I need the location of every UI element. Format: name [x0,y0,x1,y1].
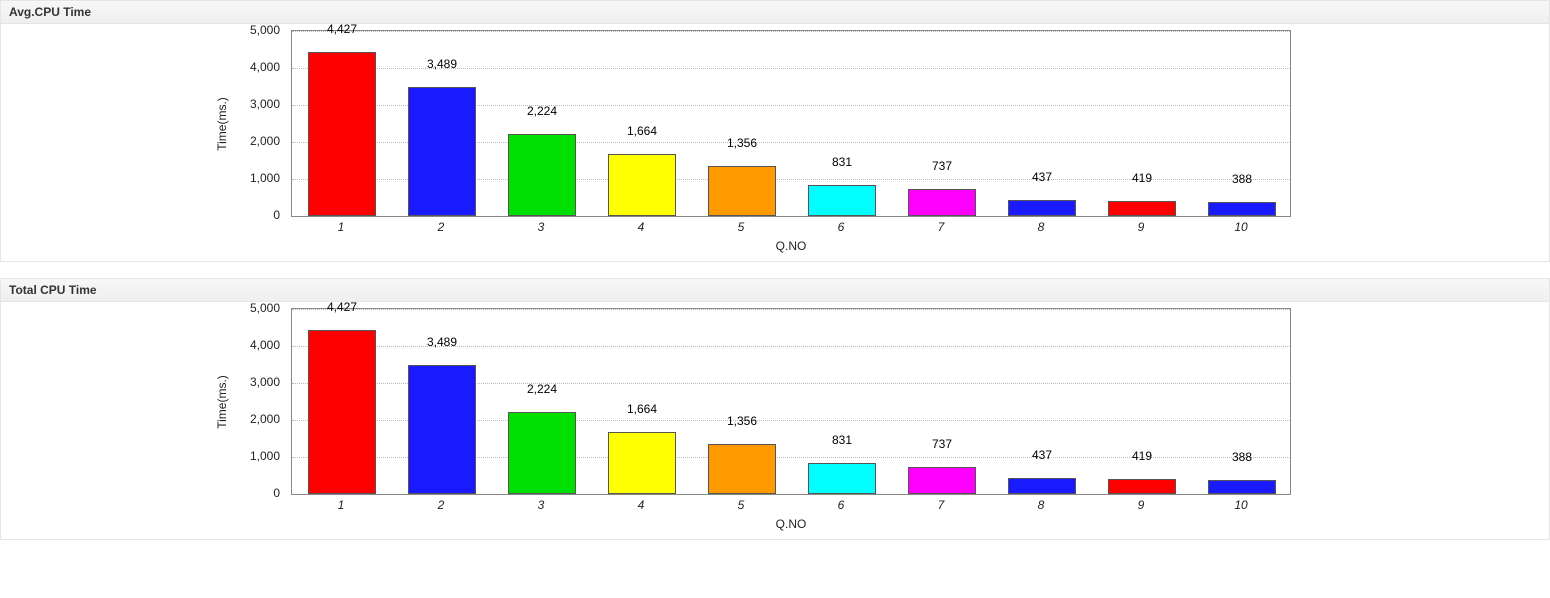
x-tick-label: 1 [338,498,345,512]
x-axis-title: Q.NO [291,239,1291,253]
x-tick-label: 9 [1138,498,1145,512]
bar[interactable] [308,330,376,494]
panel-body: 0 1,000 2,000 3,000 4,000 5,000 Time(ms.) 4,427… [1,24,1549,261]
panel: Total CPU Time 0 1,000 2,000 3,000 4,000 5,000… [0,278,1550,540]
y-tick-label: 4,000 [225,338,280,352]
bar-value-label: 2,224 [527,104,557,118]
chart-1: 01,0002,0003,0004,0005,000Time(ms.)4,427… [291,308,1291,531]
bar-value-label: 437 [1032,448,1052,462]
bar[interactable] [408,87,476,216]
bar-value-label: 4,427 [327,300,357,314]
bar[interactable] [1208,202,1276,216]
plot-area: 01,0002,0003,0004,0005,000Time(ms.)4,427… [291,308,1291,495]
bar-value-label: 1,664 [627,124,657,138]
bar[interactable] [808,463,876,494]
bar[interactable] [808,185,876,216]
y-tick-label: 2,000 [225,412,280,426]
x-axis-title: Q.NO [291,517,1291,531]
x-tick-label: 2 [438,220,445,234]
bar-value-label: 419 [1132,171,1152,185]
panel-title: Total CPU Time [1,279,1549,302]
bar[interactable] [708,166,776,216]
x-tick-label: 2 [438,498,445,512]
x-tick-label: 10 [1234,498,1247,512]
bar[interactable] [408,365,476,494]
x-tick-label: 7 [938,498,945,512]
bar[interactable] [908,467,976,494]
x-tick-label: 5 [738,498,745,512]
bar-value-label: 388 [1232,450,1252,464]
bar-value-label: 831 [832,155,852,169]
y-tick-label: 2,000 [225,134,280,148]
bar[interactable] [608,154,676,216]
x-tick-label: 3 [538,220,545,234]
bar[interactable] [1008,200,1076,216]
bar[interactable] [308,52,376,216]
x-tick-label: 5 [738,220,745,234]
y-axis-title: Time(ms.) [215,97,229,151]
bar[interactable] [608,432,676,494]
x-tick-label: 7 [938,220,945,234]
bar[interactable] [508,412,576,494]
x-tick-label: 4 [638,220,645,234]
panel-title: Avg.CPU Time [1,1,1549,24]
bar-value-label: 3,489 [427,57,457,71]
y-tick-label: 3,000 [225,97,280,111]
x-tick-label: 6 [838,498,845,512]
x-tick-label: 9 [1138,220,1145,234]
y-tick-label: 3,000 [225,375,280,389]
bar-value-label: 2,224 [527,382,557,396]
bar[interactable] [708,444,776,494]
bar[interactable] [508,134,576,216]
bar-value-label: 4,427 [327,22,357,36]
x-tick-label: 6 [838,220,845,234]
bar-value-label: 737 [932,437,952,451]
x-tick-label: 10 [1234,220,1247,234]
y-tick-label: 1,000 [225,449,280,463]
bar[interactable] [1108,201,1176,217]
y-tick-label: 5,000 [225,301,280,315]
bar-value-label: 1,356 [727,414,757,428]
y-axis-title: Time(ms.) [215,375,229,429]
bar-value-label: 831 [832,433,852,447]
x-tick-label: 1 [338,220,345,234]
chart-0: 01,0002,0003,0004,0005,000Time(ms.)4,427… [291,30,1291,253]
bar[interactable] [1208,480,1276,494]
bar-value-label: 1,356 [727,136,757,150]
bar[interactable] [1008,478,1076,494]
bar-value-label: 737 [932,159,952,173]
y-tick-label: 0 [225,486,280,500]
y-tick-label: 0 [225,208,280,222]
panel: Avg.CPU Time 0 1,000 2,000 3,000 4,000 5,000 Ti… [0,0,1550,262]
bar-value-label: 1,664 [627,402,657,416]
bar-value-label: 419 [1132,449,1152,463]
x-tick-label: 8 [1038,498,1045,512]
bar[interactable] [1108,479,1176,495]
x-tick-label: 4 [638,498,645,512]
y-tick-label: 5,000 [225,23,280,37]
plot-area: 01,0002,0003,0004,0005,000Time(ms.)4,427… [291,30,1291,217]
y-tick-label: 1,000 [225,171,280,185]
x-tick-label: 8 [1038,220,1045,234]
x-tick-label: 3 [538,498,545,512]
bar-value-label: 3,489 [427,335,457,349]
y-tick-label: 4,000 [225,60,280,74]
bar-value-label: 388 [1232,172,1252,186]
panel-body: 0 1,000 2,000 3,000 4,000 5,000 Time(ms.) 4,427… [1,302,1549,539]
bar-value-label: 437 [1032,170,1052,184]
bar[interactable] [908,189,976,216]
